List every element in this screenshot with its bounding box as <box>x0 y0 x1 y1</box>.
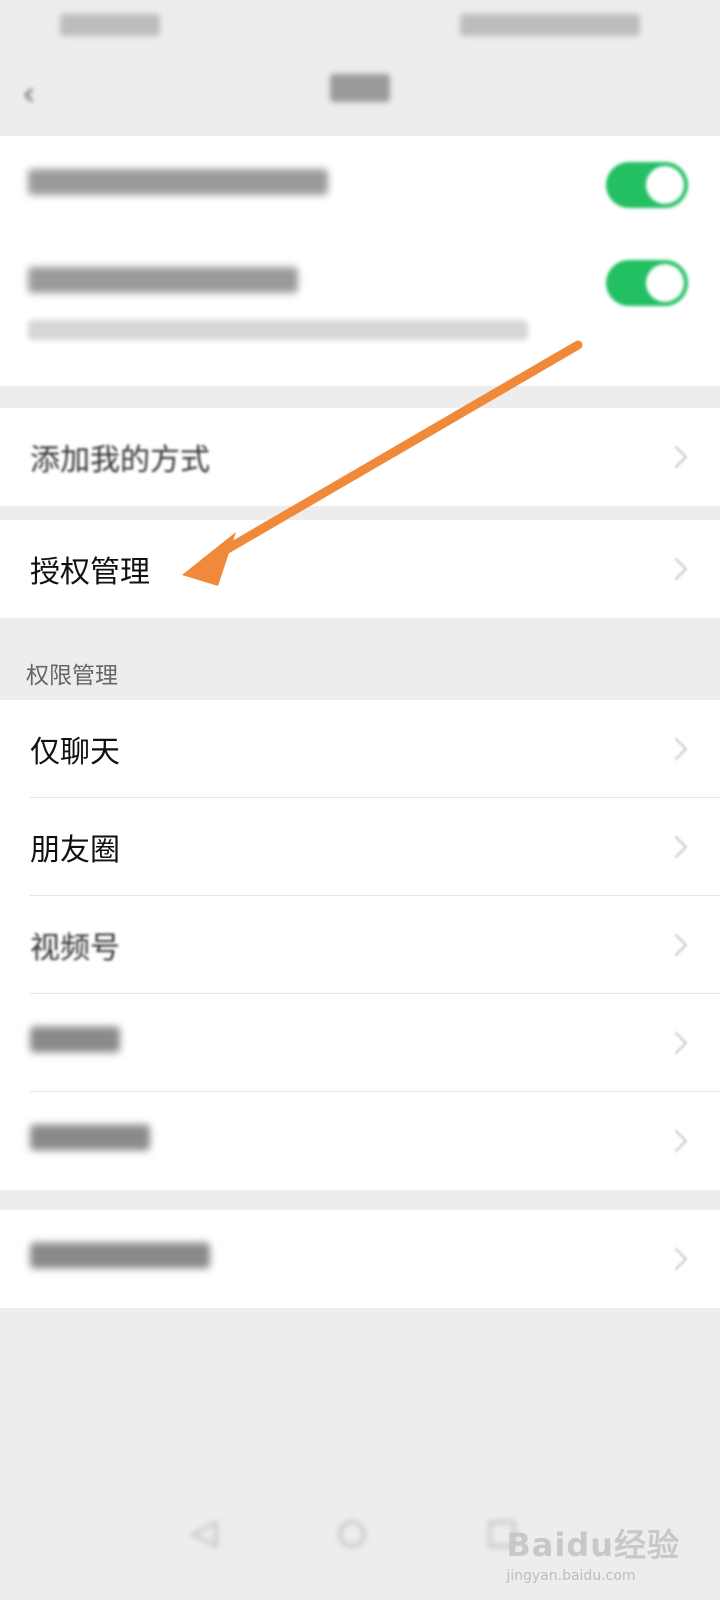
chevron-right-icon <box>664 1129 688 1153</box>
toggle-knob <box>646 264 684 302</box>
toggle-label-2 <box>28 266 298 300</box>
permissions-header: 权限管理 <box>26 663 118 689</box>
watermark-brand: Baidu经验 <box>506 1526 680 1564</box>
extra-group <box>0 1210 720 1308</box>
home-circle-icon[interactable]: ○ <box>332 1512 372 1552</box>
permission-label: 仅聊天 <box>30 735 120 770</box>
add-me-group: 添加我的方式 <box>0 408 720 506</box>
extra-row[interactable] <box>0 1210 720 1308</box>
permission-row-moments[interactable]: 朋友圈 <box>0 798 720 896</box>
toggle-switch-1[interactable] <box>606 162 688 208</box>
chevron-right-icon <box>664 835 688 859</box>
privacy-toggle-group <box>0 136 720 386</box>
chevron-right-icon <box>664 933 688 957</box>
permission-row-5[interactable] <box>0 1092 720 1190</box>
page-title <box>0 74 720 110</box>
permission-label <box>30 1124 150 1159</box>
permission-label <box>30 1026 120 1061</box>
chevron-right-icon <box>664 445 688 469</box>
add-me-ways-label: 添加我的方式 <box>30 443 210 478</box>
navigation-bar: ‹ <box>0 50 720 138</box>
status-right <box>460 14 640 36</box>
baidu-watermark: Baidu经验 jingyan.baidu.com <box>506 1520 680 1584</box>
toggle-switch-2[interactable] <box>606 260 688 306</box>
chevron-right-icon <box>664 1031 688 1055</box>
toggle-row-2 <box>0 234 720 332</box>
toggle-knob <box>646 166 684 204</box>
chevron-right-icon <box>664 1247 688 1271</box>
authorization-row[interactable]: 授权管理 <box>0 520 720 618</box>
add-me-ways-row[interactable]: 添加我的方式 <box>0 408 720 506</box>
permission-label: 视频号 <box>30 931 120 966</box>
permission-label: 朋友圈 <box>30 833 120 868</box>
permission-row-channels[interactable]: 视频号 <box>0 896 720 994</box>
status-bar <box>0 0 720 50</box>
permission-row-chat-only[interactable]: 仅聊天 <box>0 700 720 798</box>
chevron-right-icon <box>664 557 688 581</box>
toggle-label-1 <box>28 168 328 202</box>
toggle-caption <box>28 320 528 340</box>
authorization-group: 授权管理 <box>0 520 720 618</box>
extra-label <box>30 1242 210 1277</box>
toggle-row-1 <box>0 136 720 234</box>
back-triangle-icon[interactable]: ◁ <box>184 1512 224 1552</box>
permission-row-4[interactable] <box>0 994 720 1092</box>
permissions-group: 仅聊天 朋友圈 视频号 <box>0 700 720 1190</box>
watermark-url: jingyan.baidu.com <box>506 1568 636 1584</box>
status-left <box>60 14 160 36</box>
chevron-right-icon <box>664 737 688 761</box>
authorization-label: 授权管理 <box>30 555 150 590</box>
